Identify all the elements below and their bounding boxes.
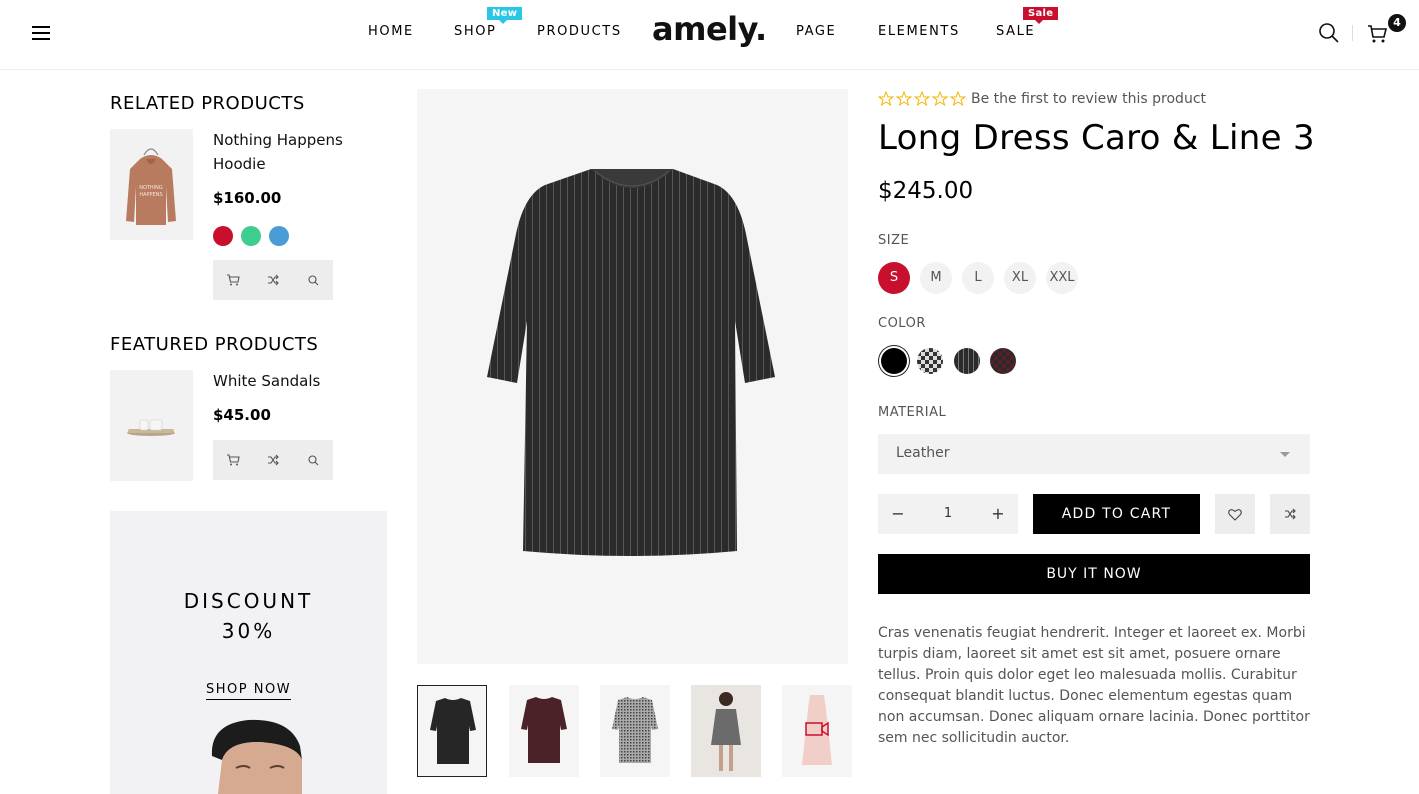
shuffle-icon (1285, 508, 1296, 520)
size-label: SIZE (878, 233, 910, 248)
model-image (211, 719, 302, 794)
material-select-value: Leather (896, 445, 950, 461)
quick-view-icon[interactable] (293, 440, 333, 480)
discount-banner[interactable]: DISCOUNT 30% SHOP NOW (110, 511, 387, 794)
swatch-green[interactable] (241, 226, 261, 246)
thumbnail-4[interactable] (691, 685, 761, 777)
featured-product-name[interactable]: White Sandals (213, 369, 383, 393)
product-title: Long Dress Caro & Line 3 (878, 118, 1315, 158)
compare-icon[interactable] (253, 260, 293, 300)
swatch-red[interactable] (213, 226, 233, 246)
nav-home[interactable]: HOME (368, 24, 414, 39)
add-to-cart-button[interactable]: ADD TO CART (1033, 494, 1200, 534)
nav-shop[interactable]: SHOP (454, 24, 497, 39)
size-option-xxl[interactable]: XXL (1046, 262, 1078, 294)
swatch-blue[interactable] (269, 226, 289, 246)
size-option-l[interactable]: L (962, 262, 994, 294)
nav-sale[interactable]: SALE (996, 24, 1035, 39)
add-to-cart-icon[interactable] (213, 440, 253, 480)
color-option-burgundy-check[interactable] (990, 348, 1016, 374)
nav-elements[interactable]: ELEMENTS (878, 24, 960, 39)
material-label: MATERIAL (878, 405, 947, 420)
color-option-dark-stripe[interactable] (954, 348, 980, 374)
product-price: $245.00 (878, 178, 974, 204)
site-logo[interactable]: amely. (652, 10, 767, 48)
color-label: COLOR (878, 316, 926, 331)
cart-icon[interactable] (1366, 22, 1388, 44)
banner-title: DISCOUNT 30% (110, 586, 387, 646)
quantity-stepper: − + (878, 494, 1018, 534)
color-option-black[interactable] (881, 348, 907, 374)
material-select[interactable]: Leather (878, 434, 1310, 474)
featured-products-title: FEATURED PRODUCTS (110, 334, 319, 355)
nav-products[interactable]: PRODUCTS (537, 24, 622, 39)
thumbnail-2[interactable] (509, 685, 579, 777)
quantity-input[interactable] (918, 494, 978, 534)
banner-title-line1: DISCOUNT (183, 589, 314, 613)
svg-text:HAPPENS: HAPPENS (139, 192, 162, 198)
product-description: Cras venenatis feugiat hendrerit. Intege… (878, 625, 1310, 746)
shop-now-link[interactable]: SHOP NOW (206, 682, 292, 700)
nav-page[interactable]: PAGE (796, 24, 836, 39)
thumbnail-1[interactable] (417, 685, 487, 777)
qty-increase-button[interactable]: + (978, 494, 1018, 534)
buy-now-button[interactable]: BUY IT NOW (878, 554, 1310, 594)
quick-view-icon[interactable] (293, 260, 333, 300)
search-icon[interactable] (1318, 22, 1340, 44)
heart-icon (1228, 508, 1242, 521)
hoodie-thumbnail[interactable]: NOTHING HAPPENS (110, 129, 193, 240)
size-option-s[interactable]: S (878, 262, 910, 294)
banner-title-line2: 30% (221, 619, 276, 643)
review-link[interactable]: Be the first to review this product (971, 91, 1206, 107)
size-option-xl[interactable]: XL (1004, 262, 1036, 294)
featured-product-price: $45.00 (213, 406, 271, 424)
thumbnail-5-video[interactable] (782, 685, 852, 777)
compare-button[interactable] (1270, 494, 1310, 534)
compare-icon[interactable] (253, 440, 293, 480)
star-icons (878, 91, 966, 107)
color-option-gingham[interactable] (917, 348, 943, 374)
rating-stars (878, 91, 966, 107)
related-actions (213, 260, 333, 300)
related-products-title: RELATED PRODUCTS (110, 93, 305, 114)
wishlist-button[interactable] (1215, 494, 1255, 534)
site-header: HOME SHOP New PRODUCTS amely. PAGE ELEME… (0, 0, 1419, 70)
chevron-down-icon (1280, 452, 1290, 457)
main-product-image[interactable] (417, 89, 848, 664)
featured-actions (213, 440, 333, 480)
svg-text:NOTHING: NOTHING (139, 185, 163, 191)
menu-icon[interactable] (32, 26, 50, 41)
cart-count-badge: 4 (1388, 14, 1406, 32)
sandals-thumbnail[interactable] (110, 370, 193, 481)
size-option-m[interactable]: M (920, 262, 952, 294)
thumbnail-3[interactable] (600, 685, 670, 777)
related-product-name[interactable]: Nothing Happens Hoodie (213, 128, 383, 176)
add-to-cart-icon[interactable] (213, 260, 253, 300)
sale-badge: Sale (1023, 7, 1059, 24)
new-badge: New (487, 7, 523, 24)
header-divider (1352, 25, 1353, 41)
related-product-price: $160.00 (213, 189, 282, 207)
qty-decrease-button[interactable]: − (878, 494, 918, 534)
